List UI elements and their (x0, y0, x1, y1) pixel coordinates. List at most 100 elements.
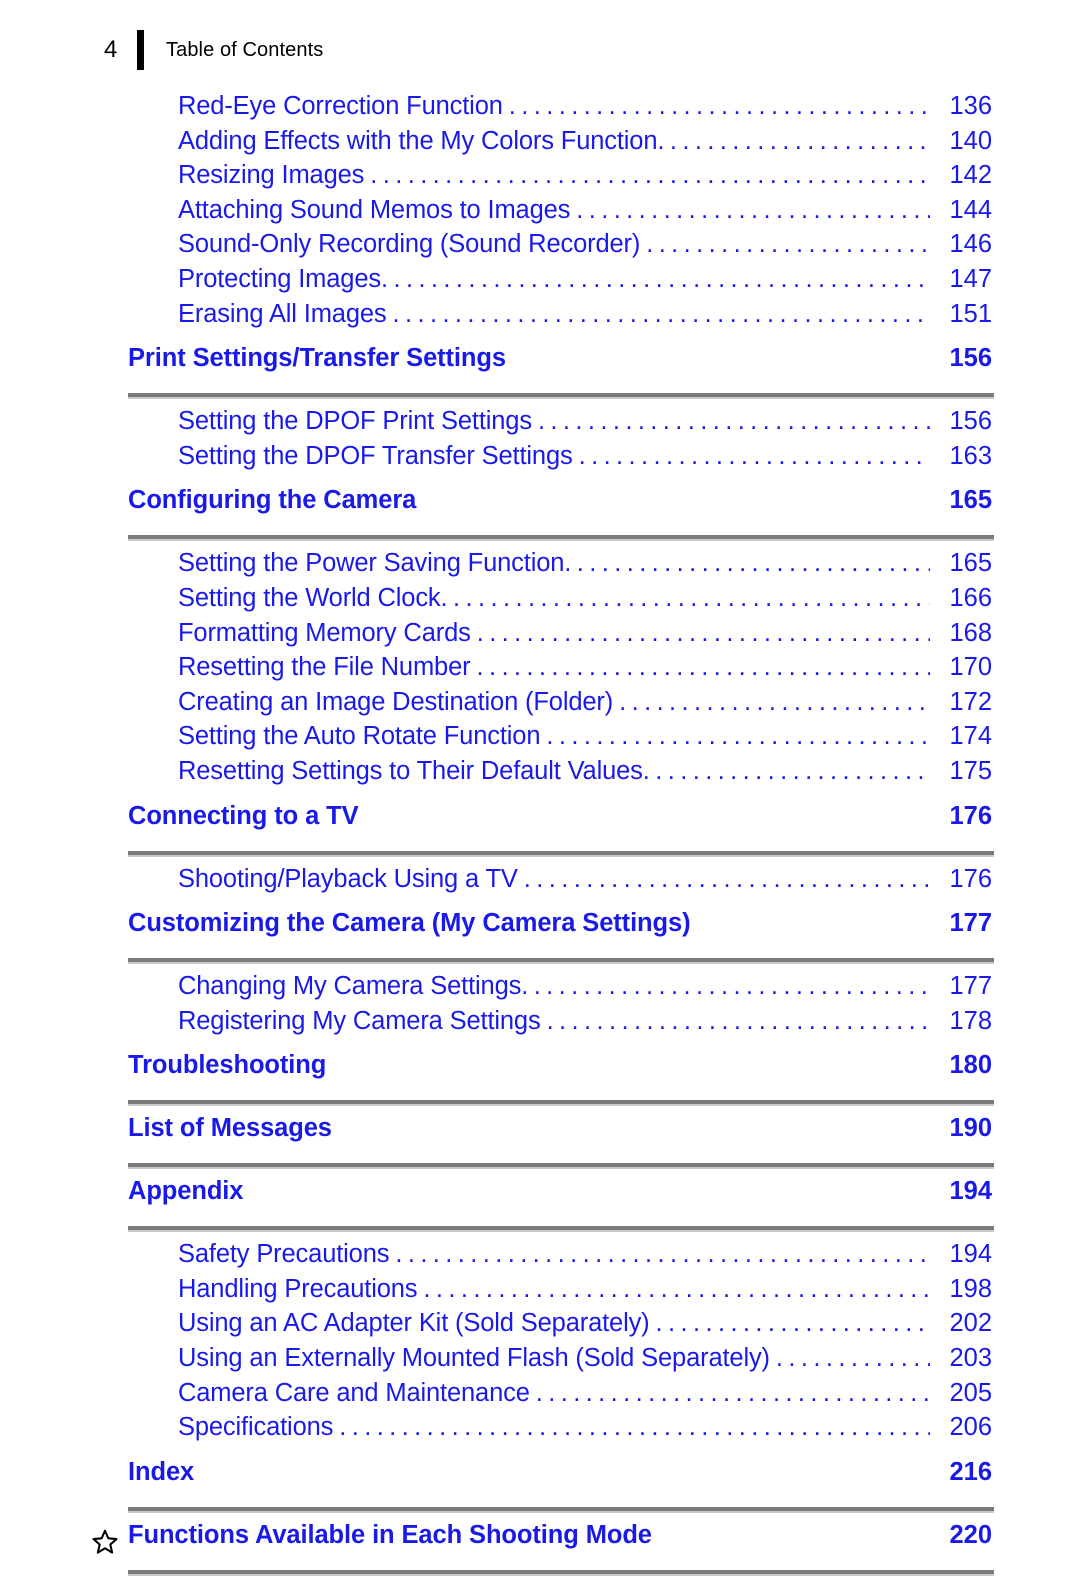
toc-dot-leader: ........................................… (646, 230, 930, 259)
header-divider-bar (137, 30, 144, 70)
toc-section-page-number: 216 (949, 1457, 992, 1486)
toc-entry-label: Protecting Images (178, 264, 381, 293)
toc-entry-label: Red-Eye Correction Function (178, 92, 503, 120)
toc-section-divider (128, 1100, 994, 1107)
toc-entry-label: Sound-Only Recording (Sound Recorder) (178, 230, 641, 259)
toc-dot-leader: ........................................… (370, 161, 930, 190)
toc-entry[interactable]: Shooting/Playback Using a TV............… (0, 865, 1080, 900)
toc-dot-leader: ........................................… (578, 441, 930, 470)
toc-dot-leader: ........................................… (440, 583, 930, 612)
toc-entry-page-number: 147 (949, 264, 992, 293)
toc-entry-label: Setting the Power Saving Function (178, 549, 565, 578)
toc-section-page-number: 165 (949, 486, 992, 515)
toc-section-header[interactable]: Connecting to a TV 176 (0, 802, 1080, 849)
page-running-header: 4 Table of Contents (0, 28, 1080, 72)
toc-entry[interactable]: Resetting the File Number...............… (0, 653, 1080, 688)
toc-entry-page-number: 168 (949, 618, 992, 647)
toc-entry-page-number: 142 (949, 161, 992, 190)
toc-entry[interactable]: Red-Eye Correction Function.............… (0, 92, 1080, 127)
toc-entry-label: Setting the World Clock (178, 583, 441, 612)
toc-entry-page-number: 178 (949, 1006, 992, 1035)
toc-entry[interactable]: Setting the World Clock.................… (0, 584, 1080, 619)
toc-section-page-number: 177 (949, 909, 992, 938)
toc-section-header[interactable]: Index 216 (0, 1458, 1080, 1505)
toc-section-header[interactable]: Customizing the Camera (My Camera Settin… (0, 909, 1080, 956)
toc-entry-label: Shooting/Playback Using a TV (178, 864, 518, 893)
toc-section-divider (128, 535, 994, 542)
toc-entry[interactable]: Protecting Images.......................… (0, 265, 1080, 300)
toc-dot-leader: ........................................… (537, 407, 930, 436)
toc-section-divider (128, 1569, 994, 1576)
toc-entry-label: Creating an Image Destination (Folder) (178, 687, 614, 716)
table-of-contents: Red-Eye Correction Function.............… (0, 92, 1080, 1584)
toc-group-gap (0, 1041, 1080, 1051)
toc-dot-leader: ........................................… (380, 264, 930, 293)
toc-section-header[interactable]: List of Messages 190 (0, 1114, 1080, 1161)
toc-entry[interactable]: Handling Precautions....................… (0, 1275, 1080, 1310)
toc-entry[interactable]: Camera Care and Maintenance.............… (0, 1379, 1080, 1414)
toc-entry[interactable]: Specifications..........................… (0, 1413, 1080, 1448)
toc-dot-leader: ........................................… (423, 1274, 930, 1303)
toc-entry[interactable]: Formatting Memory Cards.................… (0, 619, 1080, 654)
toc-section-header[interactable]: Configuring the Camera 165 (0, 486, 1080, 533)
toc-group-gap (0, 476, 1080, 486)
toc-entry-label: Setting the Auto Rotate Function (178, 722, 541, 751)
toc-dot-leader: ........................................… (576, 195, 930, 224)
toc-entry[interactable]: Sound-Only Recording (Sound Recorder)...… (0, 230, 1080, 265)
toc-section-label: Appendix (128, 1177, 244, 1206)
toc-entry-label: Resetting Settings to Their Default Valu… (178, 756, 643, 785)
toc-entry[interactable]: Using an AC Adapter Kit (Sold Separately… (0, 1309, 1080, 1344)
toc-entry-page-number: 136 (949, 92, 992, 120)
toc-dot-leader: ........................................… (657, 126, 930, 155)
toc-section-divider (128, 1506, 994, 1513)
toc-entry-page-number: 166 (949, 583, 992, 612)
toc-entry[interactable]: Erasing All Images......................… (0, 300, 1080, 335)
toc-entry-page-number: 151 (949, 299, 992, 328)
toc-section-page-number: 180 (949, 1051, 992, 1080)
toc-entry-page-number: 146 (949, 230, 992, 259)
toc-entry-page-number: 163 (949, 441, 992, 470)
toc-entry[interactable]: Resetting Settings to Their Default Valu… (0, 757, 1080, 792)
toc-entry[interactable]: Setting the DPOF Transfer Settings......… (0, 442, 1080, 477)
toc-group-gap (0, 792, 1080, 802)
toc-dot-leader: ........................................… (395, 1240, 930, 1269)
toc-group-gap (0, 1448, 1080, 1458)
toc-entry[interactable]: Resizing Images.........................… (0, 161, 1080, 196)
toc-entry[interactable]: Safety Precautions......................… (0, 1240, 1080, 1275)
toc-entry[interactable]: Changing My Camera Settings.............… (0, 972, 1080, 1007)
toc-entry-page-number: 194 (949, 1240, 992, 1269)
toc-entry[interactable]: Using an Externally Mounted Flash (Sold … (0, 1344, 1080, 1379)
toc-entry-label: Changing My Camera Settings (178, 972, 522, 1001)
toc-entry[interactable]: Attaching Sound Memos to Images.........… (0, 196, 1080, 231)
toc-section-label: Troubleshooting (128, 1051, 327, 1080)
toc-dot-leader: ........................................… (535, 1378, 930, 1407)
toc-entry[interactable]: Registering My Camera Settings..........… (0, 1007, 1080, 1042)
toc-entry-label: Adding Effects with the My Colors Functi… (178, 126, 658, 155)
toc-section-divider (128, 1163, 994, 1170)
toc-dot-leader: ........................................… (339, 1413, 930, 1442)
toc-entry-page-number: 206 (949, 1413, 992, 1442)
toc-entry-label: Safety Precautions (178, 1240, 390, 1269)
toc-section-header[interactable]: Print Settings/Transfer Settings 156 (0, 344, 1080, 391)
toc-entry-page-number: 156 (949, 407, 992, 436)
toc-entry-page-number: 205 (949, 1378, 992, 1407)
toc-section-header[interactable]: Troubleshooting 180 (0, 1051, 1080, 1098)
toc-dot-leader: ........................................… (655, 1309, 930, 1338)
toc-dot-leader: ........................................… (546, 1006, 930, 1035)
toc-section-divider (128, 393, 994, 400)
toc-entry-page-number: 175 (949, 756, 992, 785)
toc-section-header[interactable]: Appendix 194 (0, 1177, 1080, 1224)
toc-entry-page-number: 170 (949, 653, 992, 682)
toc-entry[interactable]: Setting the DPOF Print Settings.........… (0, 407, 1080, 442)
toc-section-header[interactable]: Functions Available in Each Shooting Mod… (0, 1521, 1080, 1568)
toc-entry-label: Attaching Sound Memos to Images (178, 195, 571, 224)
toc-entry-page-number: 174 (949, 722, 992, 751)
toc-entry-label: Formatting Memory Cards (178, 618, 471, 647)
toc-entry[interactable]: Setting the Auto Rotate Function........… (0, 722, 1080, 757)
toc-entry-label: Setting the DPOF Transfer Settings (178, 441, 573, 470)
toc-entry[interactable]: Creating an Image Destination (Folder)..… (0, 688, 1080, 723)
toc-entry-page-number: 172 (949, 687, 992, 716)
toc-entry[interactable]: Adding Effects with the My Colors Functi… (0, 127, 1080, 162)
toc-section-label: Index (128, 1457, 195, 1486)
toc-entry[interactable]: Setting the Power Saving Function.......… (0, 549, 1080, 584)
